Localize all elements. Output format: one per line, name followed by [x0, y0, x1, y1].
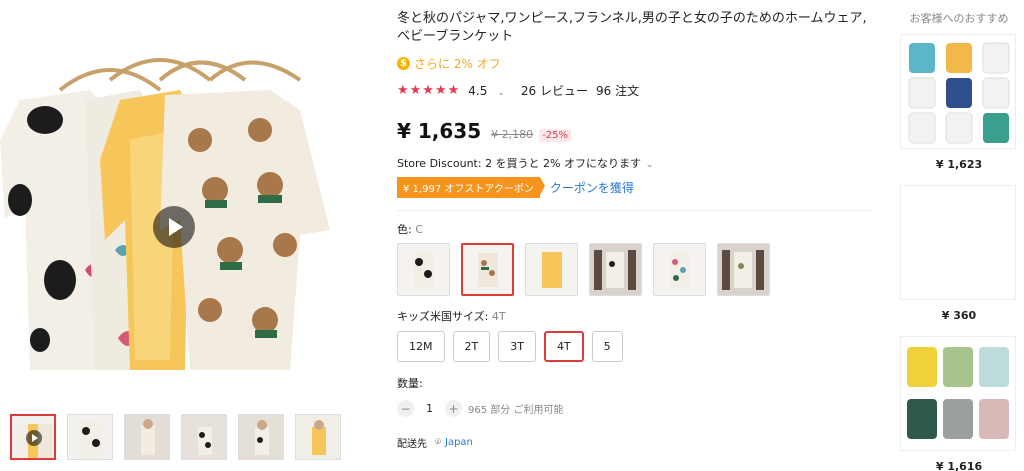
color-swatch-image: [670, 252, 690, 288]
recommendation-image: [908, 42, 1010, 144]
size-option-12m[interactable]: 12M: [397, 331, 445, 362]
color-swatch-image: [542, 252, 562, 288]
recommendations-title: お客様へのおすすめ: [909, 12, 1009, 25]
star-rating-icon: ★★★★★: [397, 83, 461, 98]
coupon-row: ¥ 1,997 オフストアクーポン クーポンを獲得: [397, 177, 875, 198]
quantity-plus-button[interactable]: +: [445, 400, 462, 417]
quantity-label: 数量:: [397, 377, 423, 390]
quantity-stepper: − 1 + 965 部分 ご利用可能: [397, 400, 875, 417]
thumbnail-image: [296, 415, 340, 459]
thumbnail-image: [239, 415, 283, 459]
store-coupon-badge: ¥ 1,997 オフストアクーポン: [397, 177, 545, 198]
color-option-f[interactable]: [717, 243, 770, 296]
rating-row: ★★★★★ 4.5 ⌄ 26 レビュー 96 注文: [397, 82, 875, 99]
play-icon: [26, 430, 42, 446]
size-label-text: キッズ米国サイズ:: [397, 310, 489, 323]
reviews-link[interactable]: 26 レビュー: [521, 82, 588, 99]
recommendation-item-3-price[interactable]: ¥ 1,616: [900, 460, 1018, 471]
size-label: キッズ米国サイズ: 4T: [397, 308, 875, 324]
color-option-c[interactable]: [525, 243, 578, 296]
rating-number: 4.5: [468, 83, 488, 98]
thumbnail-strip: [10, 414, 341, 460]
shipping-destination[interactable]: Japan: [445, 437, 473, 448]
price-row: ¥ 1,635 ¥ 2,180 -25%: [397, 119, 875, 143]
promo-text: さらに 2% オフ: [414, 57, 501, 71]
thumbnail-5[interactable]: [238, 414, 284, 460]
size-option-2t[interactable]: 2T: [452, 331, 491, 362]
size-value: 4T: [491, 310, 506, 323]
recommendations: お客様へのおすすめ ¥ 1,623 ¥ 360 ¥ 1,616: [900, 10, 1018, 471]
color-option-d[interactable]: [589, 243, 642, 296]
thumbnail-image: [182, 415, 226, 459]
recommendation-item-1-image[interactable]: [900, 34, 1016, 149]
thumbnail-3[interactable]: [124, 414, 170, 460]
size-option-5[interactable]: 5: [591, 331, 623, 362]
color-option-e[interactable]: [653, 243, 706, 296]
recommendation-item-2-price[interactable]: ¥ 360: [900, 309, 1018, 322]
color-option-b[interactable]: [461, 243, 514, 296]
pajamas-illustration: [0, 58, 330, 370]
product-gallery: [0, 0, 370, 471]
thumbnail-1[interactable]: [10, 414, 56, 460]
get-coupon-link[interactable]: クーポンを獲得: [550, 179, 634, 196]
thumbnail-2[interactable]: [67, 414, 113, 460]
orders-count: 96 注文: [596, 84, 640, 98]
promo-row: $ さらに 2% オフ: [397, 55, 875, 72]
thumbnail-4[interactable]: [181, 414, 227, 460]
color-value: C: [415, 223, 423, 236]
size-option-4t[interactable]: 4T: [543, 331, 584, 362]
size-option-3t[interactable]: 3T: [498, 331, 536, 362]
color-label: 色: C: [397, 221, 875, 237]
color-swatch-image: [478, 253, 498, 287]
quantity-minus-button[interactable]: −: [397, 400, 414, 417]
recommendation-image: [907, 347, 1009, 439]
shipping-row: 配送先 ⌾ Japan: [397, 435, 875, 450]
rating-value[interactable]: 4.5 ⌄: [468, 84, 513, 98]
size-options: 12M 2T 3T 4T 5: [397, 331, 875, 362]
thumbnail-6[interactable]: [295, 414, 341, 460]
color-swatch-image: [414, 252, 434, 288]
original-price: ¥ 2,180: [491, 128, 534, 141]
main-product-image[interactable]: [0, 20, 362, 390]
color-options: [397, 243, 875, 296]
thumbnail-image: [80, 421, 102, 457]
chevron-down-icon: ⌄: [643, 160, 654, 170]
chevron-down-icon: ⌄: [497, 87, 505, 98]
quantity-value[interactable]: 1: [426, 402, 433, 415]
play-video-button[interactable]: [153, 206, 195, 248]
recommendation-item-1-price[interactable]: ¥ 1,623: [900, 158, 1018, 171]
discount-badge: -25%: [539, 129, 571, 142]
recommendation-item-2-image[interactable]: [900, 185, 1016, 300]
recommendation-item-3-image[interactable]: [900, 336, 1016, 451]
thumbnail-image: [125, 415, 169, 459]
color-swatch-image: [718, 244, 769, 295]
divider: [397, 210, 872, 211]
location-pin-icon: ⌾: [435, 437, 441, 448]
quantity-available: 965 部分 ご利用可能: [468, 405, 564, 416]
store-discount-text: Store Discount: 2 を買うと 2% オフになります: [397, 157, 642, 170]
color-label-text: 色:: [397, 223, 412, 236]
coin-icon: $: [397, 57, 410, 70]
store-discount[interactable]: Store Discount: 2 を買うと 2% オフになります ⌄: [397, 155, 875, 171]
product-info: 冬と秋のパジャマ,ワンピース,フランネル,男の子と女の子のためのホームウェア,ベ…: [397, 10, 875, 450]
product-title: 冬と秋のパジャマ,ワンピース,フランネル,男の子と女の子のためのホームウェア,ベ…: [397, 11, 867, 44]
shipping-label: 配送先: [397, 439, 427, 450]
current-price: ¥ 1,635: [397, 119, 482, 143]
color-swatch-image: [590, 244, 641, 295]
color-option-a[interactable]: [397, 243, 450, 296]
